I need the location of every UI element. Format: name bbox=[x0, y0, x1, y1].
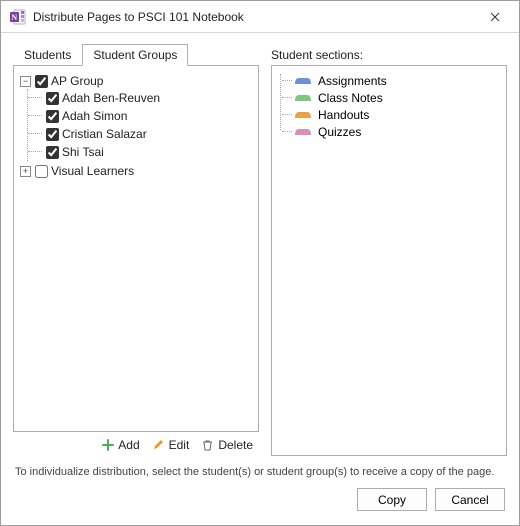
student-label: Cristian Salazar bbox=[62, 127, 147, 141]
expander-plus-icon[interactable]: + bbox=[20, 166, 31, 177]
titlebar: N Distribute Pages to PSCI 101 Notebook bbox=[1, 1, 519, 33]
plus-icon bbox=[101, 439, 114, 452]
tree-student[interactable]: Adah Simon bbox=[46, 107, 254, 125]
tab-student-groups[interactable]: Student Groups bbox=[82, 44, 188, 66]
group-action-bar: Add Edit Delete bbox=[13, 432, 259, 456]
window-title: Distribute Pages to PSCI 101 Notebook bbox=[33, 10, 475, 24]
group-checkbox[interactable] bbox=[35, 165, 48, 178]
group-label: AP Group bbox=[51, 74, 103, 88]
group-label: Visual Learners bbox=[51, 164, 134, 178]
delete-button[interactable]: Delete bbox=[201, 438, 253, 452]
section-tab-icon bbox=[294, 91, 312, 105]
student-label: Adah Ben-Reuven bbox=[62, 91, 160, 105]
section-label: Quizzes bbox=[318, 125, 361, 139]
section-item[interactable]: Handouts bbox=[280, 106, 500, 123]
student-checkbox[interactable] bbox=[46, 92, 59, 105]
onenote-icon: N bbox=[9, 8, 27, 26]
tab-students[interactable]: Students bbox=[13, 44, 82, 66]
section-item[interactable]: Assignments bbox=[280, 72, 500, 89]
section-tab-icon bbox=[294, 125, 312, 139]
tabs-row: Students Student Groups bbox=[13, 43, 259, 65]
student-label: Adah Simon bbox=[62, 109, 127, 123]
panes: Students Student Groups − AP Group bbox=[13, 43, 507, 456]
group-checkbox[interactable] bbox=[35, 75, 48, 88]
groups-tree[interactable]: − AP Group Adah Ben-Reuven bbox=[18, 72, 254, 180]
groups-tree-box: − AP Group Adah Ben-Reuven bbox=[13, 65, 259, 432]
section-label: Assignments bbox=[318, 74, 387, 88]
tree-student[interactable]: Adah Ben-Reuven bbox=[46, 89, 254, 107]
tree-student[interactable]: Cristian Salazar bbox=[46, 125, 254, 143]
right-pane: Student sections: Assignments bbox=[271, 43, 507, 456]
edit-label: Edit bbox=[169, 438, 190, 452]
add-button[interactable]: Add bbox=[101, 438, 139, 452]
dialog-content: Students Student Groups − AP Group bbox=[1, 33, 519, 525]
tree-group[interactable]: + Visual Learners bbox=[20, 162, 254, 180]
student-checkbox[interactable] bbox=[46, 146, 59, 159]
section-tab-icon bbox=[294, 108, 312, 122]
copy-button[interactable]: Copy bbox=[357, 488, 427, 511]
trash-icon bbox=[201, 439, 214, 452]
pencil-icon bbox=[152, 439, 165, 452]
section-item[interactable]: Quizzes bbox=[280, 123, 500, 140]
tree-group[interactable]: − AP Group Adah Ben-Reuven bbox=[20, 72, 254, 162]
sections-box: Assignments Class Notes Ha bbox=[271, 65, 507, 456]
add-label: Add bbox=[118, 438, 139, 452]
dialog-window: N Distribute Pages to PSCI 101 Notebook … bbox=[0, 0, 520, 526]
close-icon bbox=[490, 12, 500, 22]
student-checkbox[interactable] bbox=[46, 128, 59, 141]
student-checkbox[interactable] bbox=[46, 110, 59, 123]
student-label: Shi Tsai bbox=[62, 145, 104, 159]
footer-note: To individualize distribution, select th… bbox=[13, 456, 507, 488]
section-tab-icon bbox=[294, 74, 312, 88]
dialog-button-row: Copy Cancel bbox=[13, 488, 507, 515]
sections-heading: Student sections: bbox=[271, 43, 507, 65]
edit-button[interactable]: Edit bbox=[152, 438, 190, 452]
section-label: Handouts bbox=[318, 108, 369, 122]
expander-minus-icon[interactable]: − bbox=[20, 76, 31, 87]
tree-student[interactable]: Shi Tsai bbox=[46, 143, 254, 161]
delete-label: Delete bbox=[218, 438, 253, 452]
cancel-button[interactable]: Cancel bbox=[435, 488, 505, 511]
section-item[interactable]: Class Notes bbox=[280, 89, 500, 106]
left-pane: Students Student Groups − AP Group bbox=[13, 43, 259, 456]
section-label: Class Notes bbox=[318, 91, 383, 105]
close-button[interactable] bbox=[475, 3, 515, 31]
svg-text:N: N bbox=[11, 13, 17, 22]
